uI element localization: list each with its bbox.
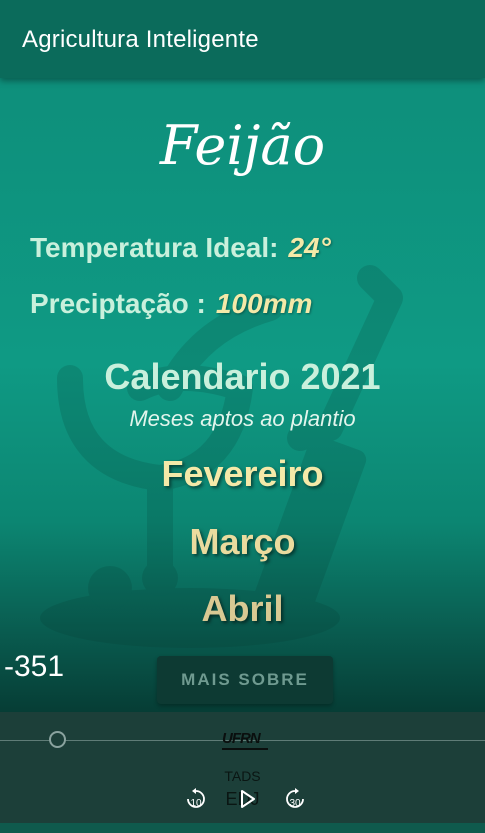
- app-title: Agricultura Inteligente: [22, 26, 259, 53]
- month-item: Fevereiro: [161, 453, 324, 494]
- play-icon: [241, 790, 255, 808]
- temperature-row: Temperatura Ideal: 24°: [30, 232, 331, 264]
- course-label: TADS: [224, 768, 261, 784]
- calendar-subtitle: Meses aptos ao plantio: [129, 406, 356, 431]
- rewind-button[interactable]: 10: [183, 786, 209, 812]
- seek-handle[interactable]: [49, 731, 67, 748]
- crop-name: Feijão: [159, 114, 326, 177]
- play-button[interactable]: [234, 786, 260, 812]
- precipitation-row: Preciptação : 100mm: [30, 288, 312, 320]
- app-bar: Agricultura Inteligente: [0, 0, 485, 78]
- crop-detail-panel: Feijão Temperatura Ideal: 24° Preciptação…: [0, 78, 485, 712]
- precipitation-value: 100mm: [215, 288, 313, 319]
- forward-button[interactable]: 30: [282, 786, 308, 812]
- calendar-title: Calendario 2021: [104, 356, 381, 397]
- more-about-button[interactable]: MAIS SOBRE: [157, 656, 333, 704]
- media-player: UFRN TADS EDJ 10 30: [0, 712, 485, 823]
- temperature-label: Temperatura Ideal:: [30, 232, 279, 263]
- logo-underline: [222, 748, 268, 750]
- forward-seconds: 30: [289, 798, 301, 809]
- precipitation-label: Preciptação :: [30, 288, 206, 319]
- bottom-strip: [0, 823, 485, 833]
- rewind-seconds: 10: [190, 798, 202, 809]
- temperature-value: 24°: [288, 232, 331, 263]
- ufrn-logo: UFRN: [222, 730, 261, 747]
- month-item: Abril: [201, 588, 284, 629]
- month-item: Março: [189, 521, 296, 562]
- counter-text: -351: [4, 650, 65, 683]
